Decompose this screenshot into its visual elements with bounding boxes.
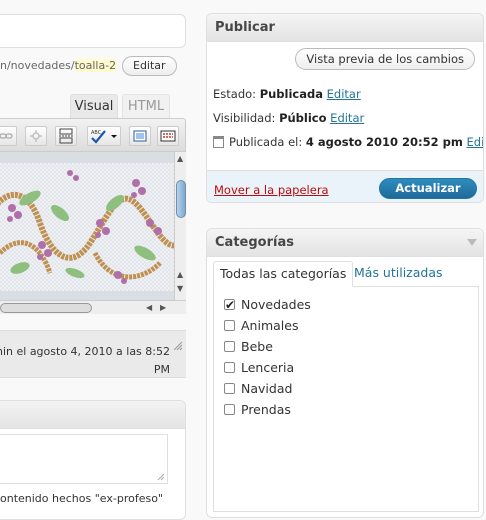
category-item[interactable]: Lenceria bbox=[224, 358, 478, 379]
fullscreen-icon[interactable] bbox=[129, 126, 151, 146]
tab-most-used[interactable]: Más utilizadas bbox=[354, 261, 443, 287]
kitchen-sink-icon[interactable] bbox=[157, 126, 179, 146]
scroll-down-arrow-icon[interactable]: ▼ bbox=[177, 284, 183, 294]
permalink: n/novedades/toalla-2 bbox=[0, 58, 117, 74]
permalink-slug[interactable]: toalla-2 bbox=[74, 59, 117, 72]
publish-date-row: Publicada el: 4 agosto 2010 20:52 pm Edi… bbox=[213, 135, 483, 149]
category-checklist: Novedades Animales Bebe Lenceria Navidad… bbox=[213, 286, 479, 512]
category-label: Navidad bbox=[241, 381, 293, 396]
edit-slug-button[interactable]: Editar bbox=[122, 56, 177, 76]
category-item[interactable]: Navidad bbox=[224, 379, 478, 400]
publish-box-title[interactable]: Publicar bbox=[207, 14, 483, 42]
category-label: Bebe bbox=[241, 339, 273, 354]
edit-visibility-link[interactable]: Editar bbox=[330, 111, 364, 125]
category-item[interactable]: Bebe bbox=[224, 337, 478, 358]
category-item[interactable]: Prendas bbox=[224, 400, 478, 421]
toggle-arrow-icon[interactable] bbox=[467, 239, 477, 246]
resize-grip-icon[interactable] bbox=[157, 473, 165, 481]
move-to-trash-link[interactable]: Mover a la papelera bbox=[214, 183, 329, 197]
editor-toolbar: ABC bbox=[0, 118, 186, 152]
permalink-prefix: n/novedades/ bbox=[0, 59, 75, 72]
tab-all-categories[interactable]: Todas las categorías bbox=[213, 261, 354, 287]
category-tabs: Todas las categorías Más utilizadas bbox=[213, 261, 479, 287]
category-label: Lenceria bbox=[241, 360, 295, 375]
status-label: Estado: bbox=[213, 87, 257, 101]
spellcheck-icon[interactable]: ABC bbox=[87, 126, 121, 146]
unlink-icon[interactable] bbox=[25, 126, 47, 146]
last-edited-bar: nin el agosto 4, 2010 a las 8:52 PM bbox=[0, 330, 186, 378]
scroll-right-arrow-icon[interactable]: ▶ bbox=[160, 303, 166, 313]
svg-text:ABC: ABC bbox=[91, 130, 102, 136]
category-checkbox[interactable] bbox=[224, 362, 235, 373]
published-value: 4 agosto 2010 20:52 pm bbox=[305, 135, 463, 149]
embroidery-image[interactable] bbox=[0, 153, 174, 300]
visibility-label: Visibilidad: bbox=[213, 111, 276, 125]
category-checkbox[interactable] bbox=[224, 383, 235, 394]
post-title-input[interactable] bbox=[0, 14, 186, 48]
publish-box: Publicar Vista previa de los cambios Est… bbox=[206, 13, 484, 203]
category-label: Novedades bbox=[241, 297, 311, 312]
scroll-up-arrow-icon[interactable]: ▲ bbox=[177, 154, 183, 164]
editor-vertical-scrollbar[interactable]: ▲ ▲ ▼ bbox=[174, 152, 186, 300]
excerpt-box-header[interactable] bbox=[0, 401, 185, 429]
category-checkbox[interactable] bbox=[224, 404, 235, 415]
link-icon[interactable] bbox=[0, 126, 17, 146]
category-checkbox[interactable] bbox=[224, 320, 235, 331]
preview-changes-button[interactable]: Vista previa de los cambios bbox=[295, 48, 475, 70]
published-label: Publicada el: bbox=[229, 135, 303, 149]
tab-html[interactable]: HTML bbox=[122, 94, 170, 118]
edit-status-link[interactable]: Editar bbox=[327, 87, 361, 101]
scroll-up-arrow-icon[interactable]: ▲ bbox=[177, 270, 183, 280]
post-status-row: Estado: Publicada Editar bbox=[213, 87, 361, 101]
excerpt-help-text: ontenido hechos "ex-profeso" bbox=[0, 492, 164, 505]
edit-date-link[interactable]: Editar bbox=[467, 135, 483, 149]
category-checkbox[interactable] bbox=[224, 295, 235, 315]
categories-box-title[interactable]: Categorías bbox=[207, 229, 483, 257]
last-edited-text-time: PM bbox=[153, 363, 170, 376]
scroll-left-arrow-icon[interactable]: ◀ bbox=[146, 303, 152, 313]
update-button[interactable]: Actualizar bbox=[379, 178, 477, 199]
insert-more-icon[interactable] bbox=[55, 126, 77, 146]
visibility-row: Visibilidad: Público Editar bbox=[213, 111, 364, 125]
excerpt-textarea[interactable] bbox=[0, 434, 168, 484]
tab-visual[interactable]: Visual bbox=[70, 94, 118, 118]
visibility-value: Público bbox=[279, 111, 327, 125]
category-checkbox[interactable] bbox=[224, 341, 235, 352]
resize-grip-icon[interactable] bbox=[173, 341, 183, 351]
editor-horizontal-scrollbar[interactable]: ◀ ▶ bbox=[0, 300, 186, 314]
scroll-thumb[interactable] bbox=[0, 303, 92, 313]
categories-box: Categorías Todas las categorías Más util… bbox=[206, 228, 484, 518]
editor-content-area[interactable] bbox=[0, 152, 174, 300]
status-value: Publicada bbox=[259, 87, 323, 101]
category-item[interactable]: Animales bbox=[224, 316, 478, 337]
category-item[interactable]: Novedades bbox=[224, 295, 478, 316]
scroll-thumb[interactable] bbox=[176, 180, 186, 218]
last-edited-text: nin el agosto 4, 2010 a las 8:52 bbox=[0, 345, 170, 358]
category-label: Animales bbox=[241, 318, 299, 333]
calendar-icon bbox=[213, 136, 224, 148]
major-publishing-actions: Mover a la papelera Actualizar bbox=[207, 170, 483, 202]
category-label: Prendas bbox=[241, 402, 291, 417]
